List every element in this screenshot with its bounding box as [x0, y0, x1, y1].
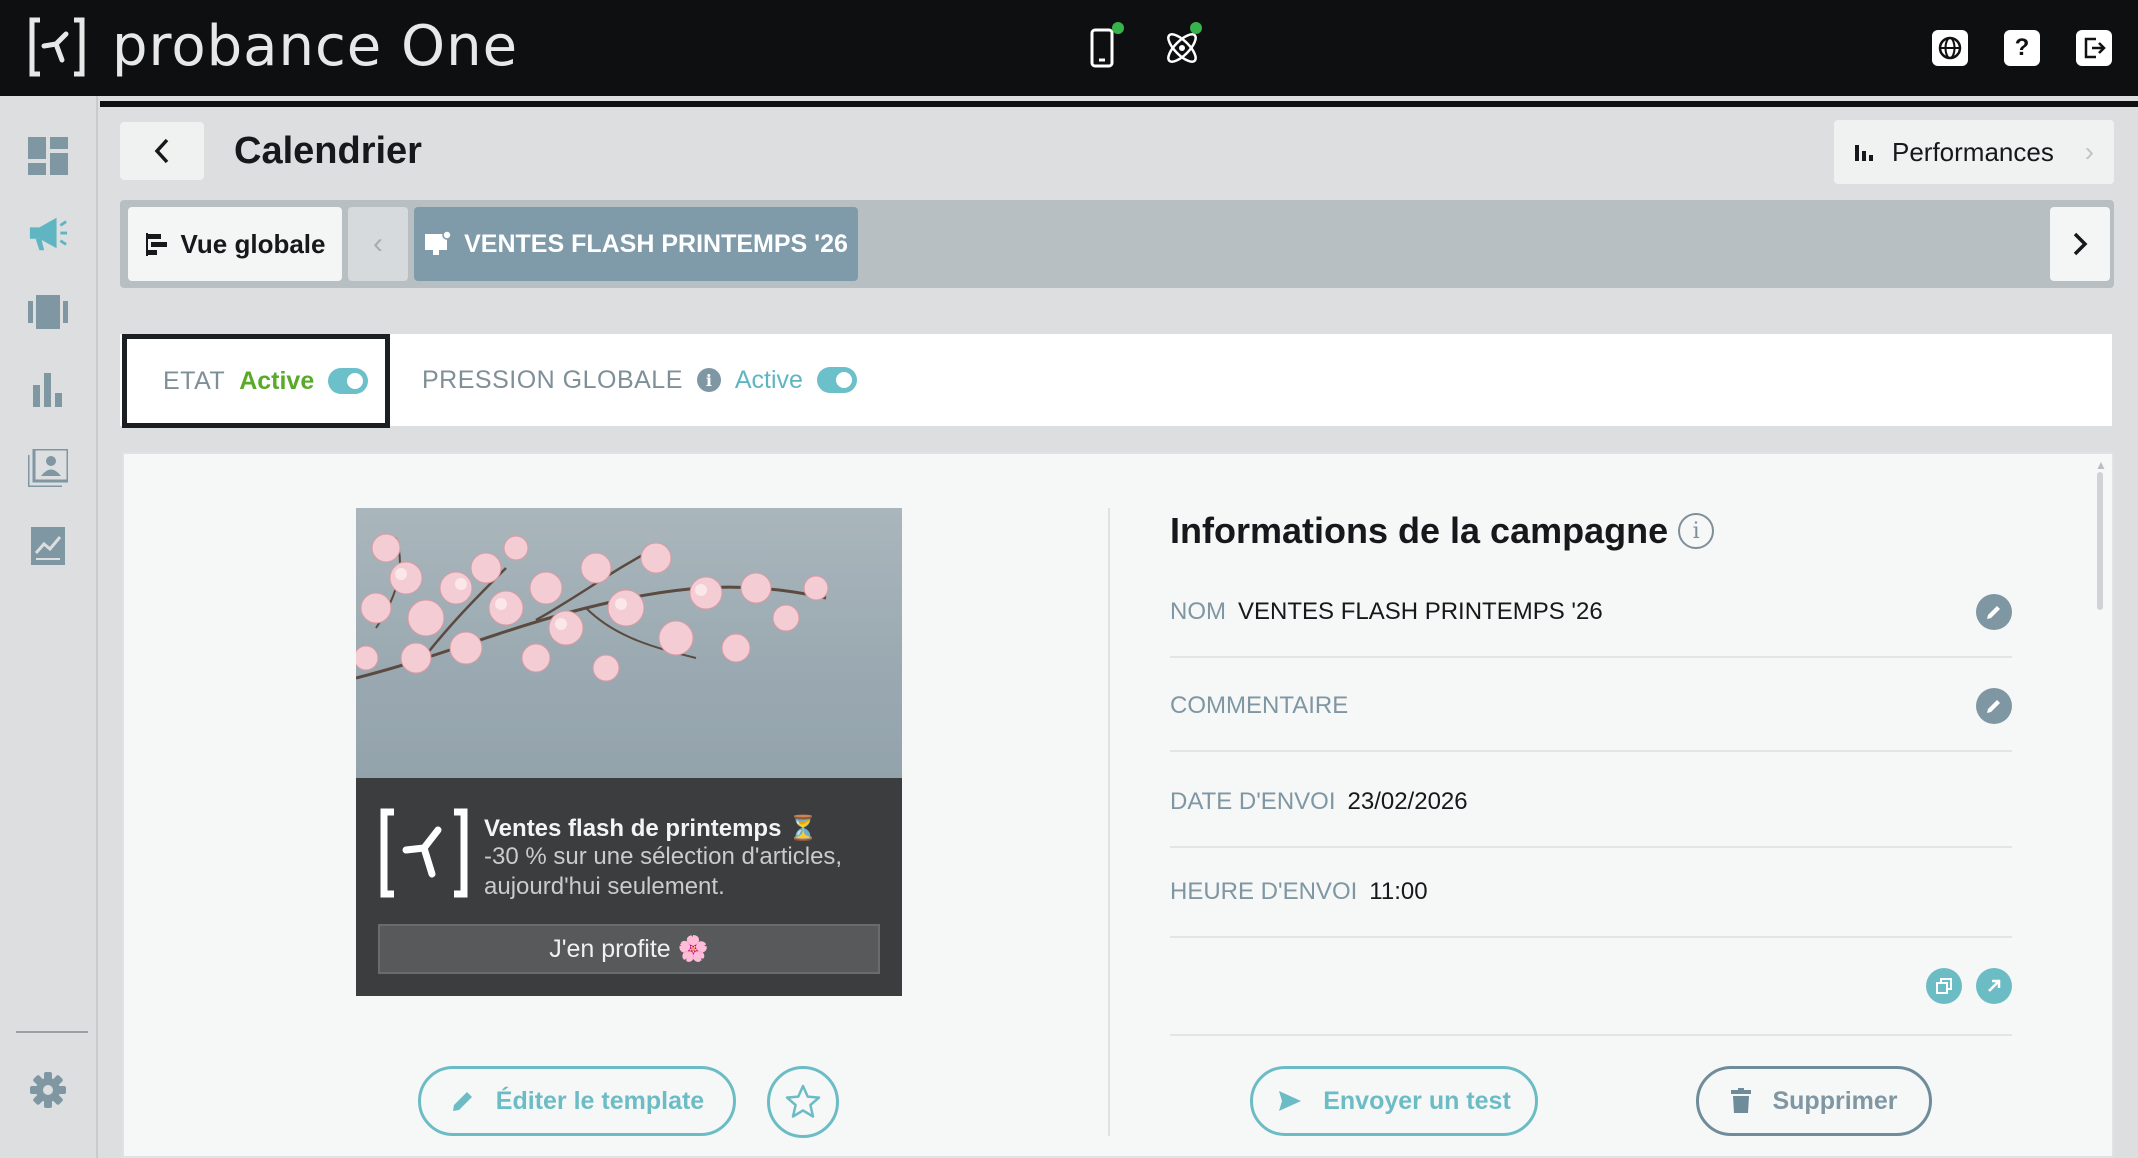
settings-icon[interactable]	[28, 1070, 68, 1110]
report-icon[interactable]	[28, 526, 68, 566]
send-test-label: Envoyer un test	[1323, 1086, 1511, 1115]
next-campaign-button[interactable]	[2050, 207, 2110, 281]
status-dot	[1112, 22, 1124, 34]
status-row	[120, 334, 2112, 426]
pencil-icon	[452, 1092, 472, 1111]
chevron-left-icon	[154, 138, 169, 164]
pencil-icon	[1987, 700, 2000, 713]
web-push-icon	[425, 231, 452, 255]
field-key: COMMENTAIRE	[1170, 692, 1349, 719]
chevron-left-icon: ‹	[373, 227, 383, 260]
field-key: NOM	[1170, 598, 1226, 625]
favorite-button[interactable]	[767, 1066, 839, 1138]
chevron-right-icon	[2073, 232, 2088, 256]
duplicate-button[interactable]	[1926, 968, 1962, 1004]
carousel-icon[interactable]	[28, 292, 68, 332]
field-nom: NOM VENTES FLASH PRINTEMPS '26	[1170, 568, 2012, 658]
info-icon[interactable]: i	[696, 368, 721, 392]
back-button[interactable]	[120, 122, 204, 180]
scroll-up-arrow[interactable]: ▲	[2095, 458, 2107, 472]
dashboard-icon[interactable]	[28, 136, 68, 176]
notification-body: Ventes flash de printemps ⏳ -30 % sur un…	[356, 778, 902, 996]
edit-template-label: Éditer le template	[495, 1086, 705, 1115]
top-bar: probance One ?	[0, 0, 2138, 96]
info-icon[interactable]: i	[1678, 513, 1715, 549]
notification-title: Ventes flash de printemps ⏳	[484, 815, 818, 842]
pencil-icon	[1987, 606, 2000, 619]
edit-nom-button[interactable]	[1976, 594, 2012, 630]
move-button[interactable]	[1976, 968, 2012, 1004]
field-commentaire: COMMENTAIRE	[1170, 662, 2012, 752]
status-dot	[1190, 22, 1202, 34]
etat-toggle-group[interactable]: ETAT Active	[122, 334, 390, 428]
field-value: VENTES FLASH PRINTEMPS '26	[1238, 598, 1603, 625]
field-key: HEURE D'ENVOI	[1170, 878, 1358, 905]
field-key: DATE D'ENVOI	[1170, 788, 1336, 815]
pression-label: PRESSION GLOBALE	[422, 365, 683, 394]
contacts-icon[interactable]	[28, 448, 68, 488]
sidebar	[0, 96, 98, 1158]
bar-chart-icon[interactable]	[28, 370, 68, 410]
app-name: probance One	[112, 14, 519, 79]
field-heure-envoi: HEURE D'ENVOI 11:00	[1170, 848, 2012, 938]
pression-toggle[interactable]	[816, 367, 857, 393]
sidebar-divider	[16, 1031, 88, 1033]
timeline-icon	[145, 233, 167, 256]
notification-cta: J'en profite 🌸	[378, 924, 880, 974]
performances-label: Performances	[1892, 136, 2054, 167]
edit-commentaire-button[interactable]	[1976, 688, 2012, 724]
campaign-info-title: Informations de la campagne i	[1170, 510, 1715, 552]
edit-template-button[interactable]: Éditer le template	[418, 1066, 736, 1136]
performances-button[interactable]: Performances ›	[1834, 120, 2114, 184]
field-value: 11:00	[1369, 878, 1428, 905]
trash-icon	[1731, 1088, 1752, 1113]
copy-icon	[1936, 978, 1952, 994]
atom-icon[interactable]	[1160, 22, 1204, 70]
star-icon	[785, 1084, 821, 1118]
cherry-blossom-image	[356, 508, 902, 778]
campaign-info-heading: Informations de la campagne	[1170, 510, 1669, 551]
probance-logo-icon	[29, 17, 85, 76]
overview-label: Vue globale	[180, 228, 326, 259]
megaphone-icon[interactable]	[28, 214, 68, 254]
field-date-envoi: DATE D'ENVOI 23/02/2026	[1170, 758, 2012, 848]
send-test-button[interactable]: Envoyer un test	[1250, 1066, 1538, 1136]
help-icon[interactable]: ?	[2004, 30, 2040, 66]
overview-button[interactable]: Vue globale	[128, 207, 342, 281]
info-divider	[1170, 1034, 2012, 1036]
notification-preview: Ventes flash de printemps ⏳ -30 % sur un…	[356, 508, 902, 996]
globe-icon[interactable]	[1932, 30, 1968, 66]
bar-chart-icon	[1855, 145, 1873, 161]
top-divider	[100, 101, 2138, 107]
etat-label: ETAT	[163, 366, 226, 395]
campaign-quick-actions	[1926, 968, 2012, 1004]
pression-globale-group: PRESSION GLOBALE i Active	[422, 358, 857, 402]
etat-toggle[interactable]	[328, 368, 369, 394]
campaign-tab[interactable]: VENTES FLASH PRINTEMPS '26	[414, 207, 858, 281]
delete-button[interactable]: Supprimer	[1696, 1066, 1932, 1136]
send-icon	[1279, 1091, 1302, 1111]
page-title: Calendrier	[234, 130, 422, 172]
field-value: 23/02/2026	[1347, 788, 1468, 815]
app-logo[interactable]: probance One	[28, 14, 518, 79]
delete-label: Supprimer	[1772, 1086, 1898, 1115]
arrow-up-right-icon	[1988, 979, 2001, 992]
notification-text: -30 % sur une sélection d'articles, aujo…	[484, 843, 843, 900]
logout-icon[interactable]	[2076, 30, 2112, 66]
probance-logo-icon	[380, 808, 468, 898]
card-divider	[1108, 508, 1110, 1136]
scrollbar-thumb[interactable]	[2097, 472, 2103, 610]
mobile-icon[interactable]	[1082, 22, 1126, 70]
etat-value: Active	[239, 366, 315, 395]
chevron-right-icon: ›	[2084, 136, 2094, 167]
campaign-tab-label: VENTES FLASH PRINTEMPS '26	[464, 229, 848, 258]
pression-value: Active	[734, 365, 803, 394]
previous-campaign-button[interactable]: ‹	[348, 207, 408, 281]
